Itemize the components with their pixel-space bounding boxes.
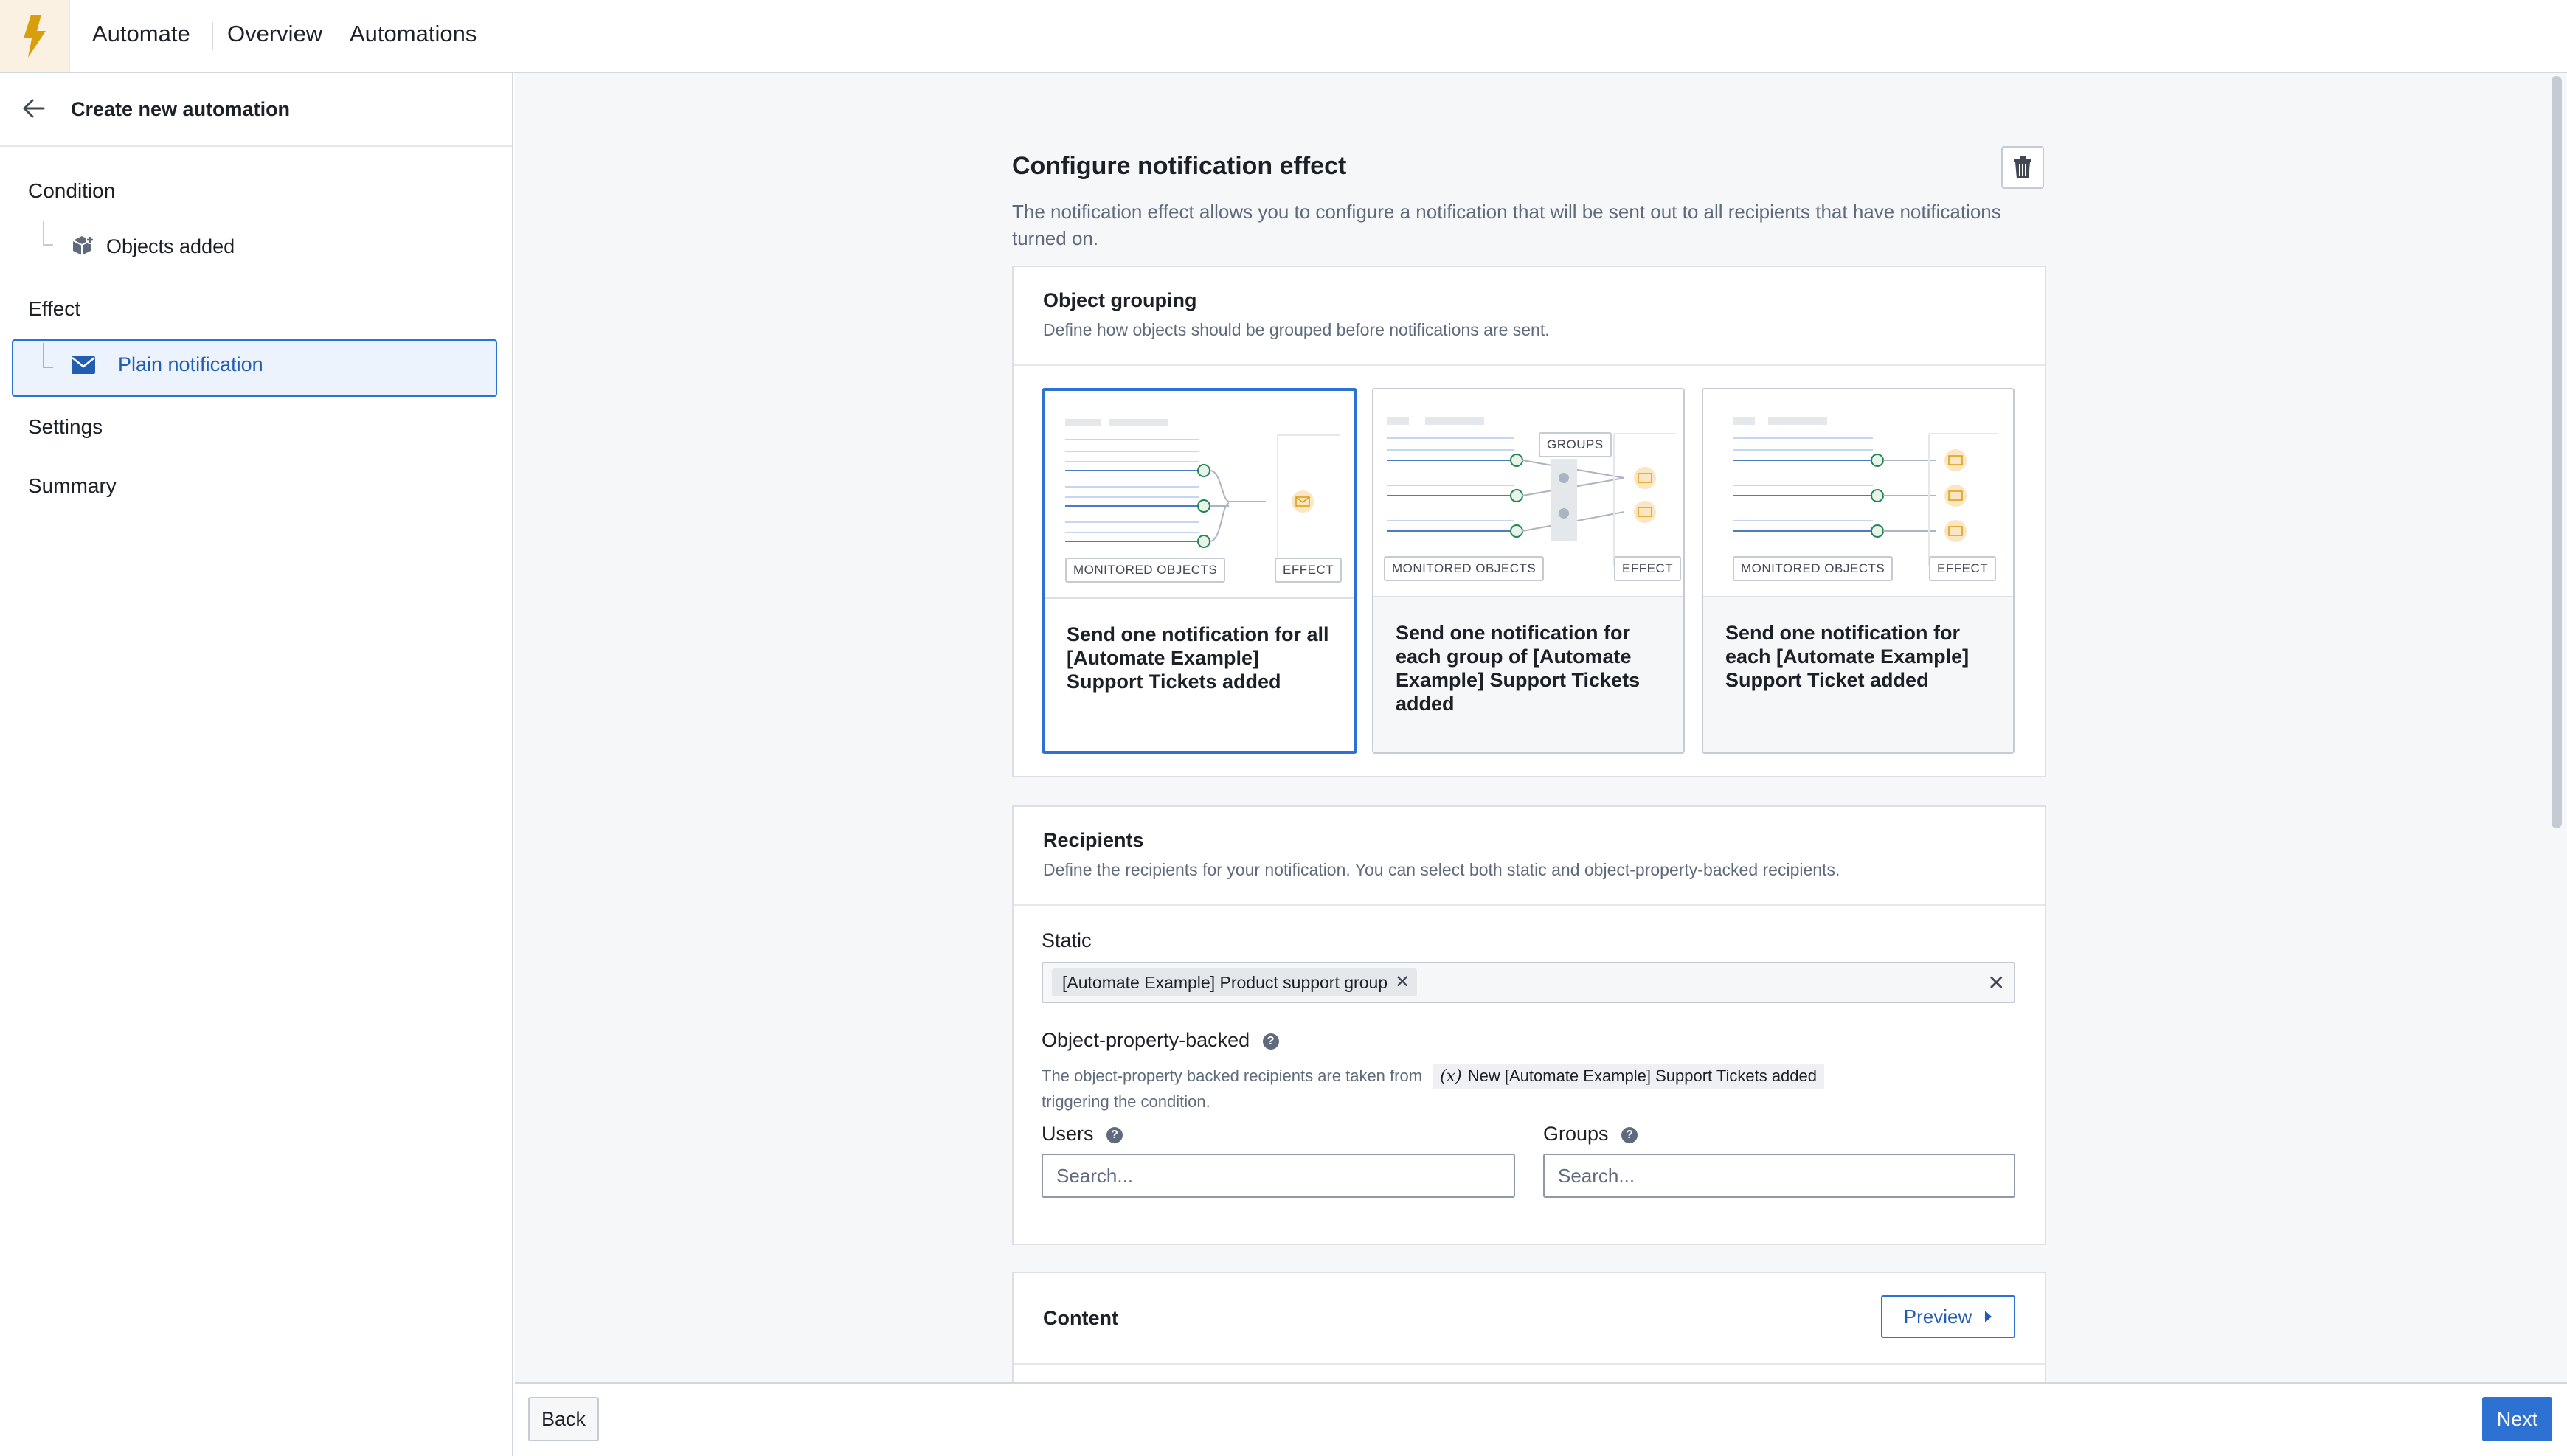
option-label: Send one notification for each [Automate… <box>1725 622 1970 691</box>
remove-tag-icon[interactable]: ✕ <box>1395 968 1410 996</box>
sidebar-item-condition[interactable]: Condition <box>28 179 115 203</box>
sidebar: Create new automation Condition Objects … <box>0 73 513 1456</box>
object-backed-desc-text: The object-property backed recipients ar… <box>1042 1067 1423 1085</box>
recipient-tag: [Automate Example] Product support group… <box>1052 968 1418 996</box>
users-label: Users <box>1042 1123 1094 1145</box>
grouping-option-per-group[interactable]: GROUPS MONITORED OBJECTS EFFECT Send one… <box>1372 388 1685 754</box>
scrollbar-thumb[interactable] <box>2552 76 2562 828</box>
monitored-objects-tag: MONITORED OBJECTS <box>1065 558 1226 583</box>
tree-connector <box>43 343 53 368</box>
app-name[interactable]: Automate <box>92 21 190 47</box>
card-title: Recipients <box>1043 829 1144 851</box>
page-title: Configure notification effect <box>1012 152 1347 180</box>
variable-icon: (x) <box>1440 1067 1462 1086</box>
parameter-chip: (x) New [Automate Example] Support Ticket… <box>1433 1064 1824 1089</box>
object-backed-description: The object-property backed recipients ar… <box>1042 1064 2000 1114</box>
static-recipients-input[interactable]: [Automate Example] Product support group… <box>1042 962 2015 1003</box>
card-header: Recipients Define the recipients for you… <box>1014 807 2045 906</box>
sidebar-title: Create new automation <box>71 98 291 120</box>
card-subtitle: Define the recipients for your notificat… <box>1043 860 1840 879</box>
card-subtitle: Define how objects should be grouped bef… <box>1043 320 1550 339</box>
card-title: Content <box>1043 1307 1118 1329</box>
tree-connector <box>43 221 53 246</box>
grouping-option-all[interactable]: MONITORED OBJECTS EFFECT Send one notifi… <box>1042 388 1357 754</box>
sidebar-item-settings[interactable]: Settings <box>28 415 103 439</box>
groups-label-row: Groups ? <box>1543 1123 1638 1145</box>
back-button[interactable]: Back <box>528 1397 599 1441</box>
nav-automations[interactable]: Automations <box>350 21 477 47</box>
groups-label: Groups <box>1543 1123 1609 1145</box>
groups-tag: GROUPS <box>1539 432 1612 457</box>
card-title: Object grouping <box>1043 289 1197 311</box>
object-backed-label-row: Object-property-backed ? <box>1042 1029 1279 1052</box>
grouping-option-per-object[interactable]: MONITORED OBJECTS EFFECT Send one notifi… <box>1702 388 2015 754</box>
clear-icon[interactable]: ✕ <box>1988 971 2005 995</box>
trash-icon <box>2014 156 2031 178</box>
help-icon[interactable]: ? <box>1106 1126 1123 1143</box>
parameter-label: New [Automate Example] Support Tickets a… <box>1467 1067 1817 1085</box>
effect-tag: EFFECT <box>1929 556 1997 581</box>
illustration-all: MONITORED OBJECTS EFFECT <box>1045 391 1354 599</box>
object-backed-desc-end: triggering the condition. <box>1042 1092 1210 1111</box>
option-label: Send one notification for all [Automate … <box>1067 623 1329 693</box>
monitored-objects-tag: MONITORED OBJECTS <box>1733 556 1894 581</box>
static-label: Static <box>1042 929 1092 951</box>
sidebar-item-effect[interactable]: Effect <box>28 297 80 321</box>
envelope-icon <box>72 356 95 374</box>
monitored-objects-tag: MONITORED OBJECTS <box>1384 556 1545 581</box>
effect-tag: EFFECT <box>1614 556 1682 581</box>
users-search-input[interactable] <box>1042 1154 1515 1198</box>
sidebar-item-summary[interactable]: Summary <box>28 474 117 498</box>
caret-right-icon <box>1985 1311 1992 1322</box>
preview-label: Preview <box>1903 1305 1972 1328</box>
lightning-bolt-icon[interactable] <box>0 0 70 72</box>
sidebar-header: Create new automation <box>0 73 512 147</box>
illustration-per-object: MONITORED OBJECTS EFFECT <box>1703 389 2013 597</box>
sidebar-item-plain-notification-label[interactable]: Plain notification <box>71 353 263 376</box>
sidebar-item-label: Plain notification <box>118 353 263 375</box>
recipient-tag-label: [Automate Example] Product support group <box>1062 973 1388 992</box>
footer-bar: Back Next <box>515 1382 2567 1456</box>
object-backed-label: Object-property-backed <box>1042 1029 1250 1051</box>
illustration-per-group: GROUPS MONITORED OBJECTS EFFECT <box>1373 389 1683 597</box>
nav-overview[interactable]: Overview <box>227 21 322 47</box>
page-description: The notification effect allows you to co… <box>1012 201 2001 249</box>
groups-search-input[interactable] <box>1543 1154 2015 1198</box>
effect-tag: EFFECT <box>1275 558 1343 583</box>
help-icon[interactable]: ? <box>1262 1033 1279 1050</box>
preview-button[interactable]: Preview <box>1881 1295 2015 1338</box>
next-button[interactable]: Next <box>2482 1397 2552 1441</box>
cube-add-icon <box>72 235 94 255</box>
users-label-row: Users ? <box>1042 1123 1123 1145</box>
arrow-left-icon[interactable] <box>21 95 47 122</box>
top-bar: Automate Overview Automations <box>0 0 2567 73</box>
option-label: Send one notification for each group of … <box>1396 622 1641 715</box>
sidebar-item-objects-added[interactable]: Objects added <box>71 234 235 259</box>
delete-button[interactable] <box>2001 146 2044 189</box>
help-icon[interactable]: ? <box>1621 1126 1638 1143</box>
nav-divider <box>212 22 213 50</box>
card-header: Object grouping Define how objects shoul… <box>1014 267 2045 366</box>
sidebar-item-label: Objects added <box>106 235 235 257</box>
